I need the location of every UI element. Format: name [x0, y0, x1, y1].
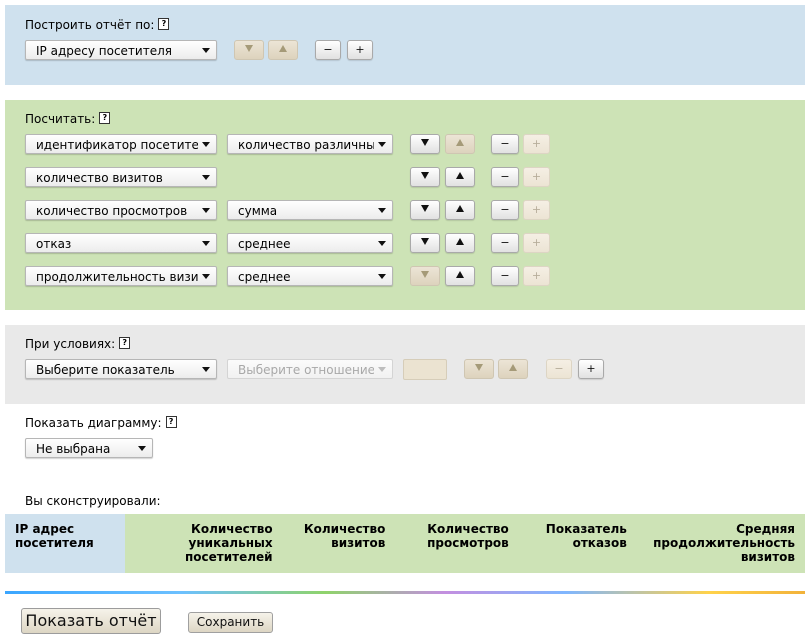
report-by-select[interactable]: IP адресу посетителя [25, 40, 217, 60]
column-header: IP адрес посетителя [5, 514, 126, 573]
condition-relation-select[interactable]: Выберите отношение [227, 359, 393, 379]
triangle-down-icon [421, 271, 429, 278]
move-up-button[interactable] [445, 167, 475, 187]
triangle-up-icon [456, 172, 464, 179]
help-icon[interactable]: ? [99, 112, 111, 124]
add-metric-button[interactable]: + [523, 266, 550, 286]
show-report-button[interactable]: Показать отчёт [21, 608, 161, 634]
add-metric-button[interactable]: + [523, 233, 550, 253]
chevron-down-icon [202, 175, 210, 180]
move-up-button[interactable] [445, 233, 475, 253]
condition-metric-select[interactable]: Выберите показатель [25, 359, 217, 379]
color-divider [5, 591, 805, 594]
table-header-row: IP адрес посетителя Количество уникальны… [5, 514, 805, 573]
triangle-down-icon [245, 45, 253, 52]
chevron-down-icon [378, 208, 386, 213]
remove-metric-button[interactable]: − [491, 200, 519, 220]
metric-select-4[interactable]: отказ [25, 233, 217, 253]
triangle-up-icon [456, 238, 464, 245]
triangle-up-icon [456, 139, 464, 146]
help-icon[interactable]: ? [158, 18, 170, 30]
constructed-label: Вы сконструировали: [25, 494, 161, 508]
column-header: Количество уникальных посетителей [184, 522, 273, 564]
move-up-button[interactable] [498, 359, 528, 379]
aggregate-select-5[interactable]: среднее [227, 266, 393, 286]
remove-metric-button[interactable]: − [491, 134, 519, 154]
move-down-button[interactable] [410, 200, 440, 220]
metric-select-2[interactable]: количество визитов [25, 167, 217, 187]
chevron-down-icon [202, 48, 210, 53]
count-label: Посчитать:? [25, 112, 111, 126]
move-down-button[interactable] [234, 40, 264, 60]
build-report-label: Построить отчёт по:? [25, 18, 170, 32]
help-icon[interactable]: ? [165, 416, 177, 428]
column-header: Средняя продолжительность визитов [653, 522, 795, 564]
metric-select-3[interactable]: количество просмотров [25, 200, 217, 220]
move-down-button[interactable] [410, 167, 440, 187]
chevron-down-icon [202, 367, 210, 372]
save-button[interactable]: Сохранить [188, 612, 273, 633]
condition-value-input[interactable] [403, 359, 447, 380]
metric-select-1[interactable]: идентификатор посетителя [25, 134, 217, 154]
remove-condition-button[interactable]: − [546, 359, 572, 379]
add-condition-button[interactable]: + [578, 359, 604, 379]
triangle-up-icon [279, 45, 287, 52]
remove-metric-button[interactable]: − [491, 167, 519, 187]
remove-metric-button[interactable]: − [491, 266, 519, 286]
chart-type-select[interactable]: Не выбрана [25, 438, 153, 458]
triangle-down-icon [421, 139, 429, 146]
conditions-label: При условиях:? [25, 337, 131, 351]
move-down-button[interactable] [410, 134, 440, 154]
triangle-down-icon [421, 238, 429, 245]
report-preview-table: IP адрес посетителя Количество уникальны… [5, 514, 805, 573]
metric-select-5[interactable]: продолжительность визита [25, 266, 217, 286]
help-icon[interactable]: ? [119, 337, 131, 349]
chevron-down-icon [378, 142, 386, 147]
move-down-button[interactable] [464, 359, 494, 379]
aggregate-select-1[interactable]: количество различных [227, 134, 393, 154]
chevron-down-icon [202, 208, 210, 213]
move-up-button[interactable] [268, 40, 298, 60]
remove-grouping-button[interactable]: − [315, 40, 341, 60]
column-header: Количество визитов [303, 522, 386, 550]
column-header: Показатель отказов [545, 522, 627, 550]
move-down-button[interactable] [410, 233, 440, 253]
column-header: Количество просмотров [427, 522, 509, 550]
triangle-up-icon [456, 205, 464, 212]
chart-label: Показать диаграмму:? [25, 416, 177, 430]
chevron-down-icon [378, 241, 386, 246]
add-metric-button[interactable]: + [523, 134, 550, 154]
chevron-down-icon [202, 274, 210, 279]
remove-metric-button[interactable]: − [491, 233, 519, 253]
triangle-down-icon [421, 205, 429, 212]
triangle-down-icon [421, 172, 429, 179]
add-grouping-button[interactable]: + [347, 40, 373, 60]
triangle-down-icon [475, 364, 483, 371]
add-metric-button[interactable]: + [523, 200, 550, 220]
aggregate-select-4[interactable]: среднее [227, 233, 393, 253]
chevron-down-icon [202, 241, 210, 246]
aggregate-select-3[interactable]: сумма [227, 200, 393, 220]
chevron-down-icon [378, 274, 386, 279]
triangle-up-icon [509, 364, 517, 371]
chevron-down-icon [202, 142, 210, 147]
move-up-button[interactable] [445, 200, 475, 220]
chevron-down-icon [138, 446, 146, 451]
move-down-button[interactable] [410, 266, 440, 286]
add-metric-button[interactable]: + [523, 167, 550, 187]
move-up-button[interactable] [445, 266, 475, 286]
move-up-button[interactable] [445, 134, 475, 154]
chevron-down-icon [378, 367, 386, 372]
triangle-up-icon [456, 271, 464, 278]
